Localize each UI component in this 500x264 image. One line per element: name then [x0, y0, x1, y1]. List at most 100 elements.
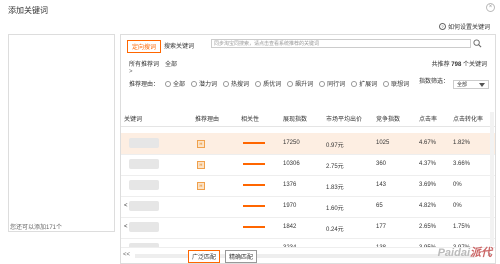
selected-keywords-panel: [8, 34, 115, 232]
competition-cell: 65: [376, 203, 383, 209]
index-filter-label: 指数筛选：: [419, 79, 450, 85]
dialog-title: 添加关键词: [8, 6, 48, 15]
hot-badge-icon: H: [197, 182, 205, 190]
radio-icon[interactable]: [383, 80, 390, 87]
table-row[interactable]: 17250 0.97元 1025 4.67% 1.82% H: [121, 133, 495, 155]
reason-option-label: 热搜词: [231, 82, 250, 88]
reason-option-label: 全部: [173, 82, 186, 88]
reason-option-label: 联想词: [391, 82, 410, 88]
table-row[interactable]: <1842 0.24元 177 2.65% 1.75%: [121, 217, 495, 239]
hot-badge-icon: H: [197, 161, 205, 169]
all-recommend-filter[interactable]: 所有推荐词: [129, 59, 159, 68]
keyword-prefix: <: [124, 203, 128, 209]
table-header: 关键词 推荐理由 相关性 展现指数 市场平均出价 竞争指数 点击率 点击转化率: [121, 112, 495, 127]
tab-directed-search[interactable]: 定向搜词: [127, 40, 162, 53]
expand-arrow[interactable]: >: [129, 69, 133, 75]
watermark-suffix: 派代: [470, 247, 492, 259]
search-input[interactable]: 同步淘宝同搜索，请点击查看系统推荐的关键词: [211, 39, 471, 48]
impressions-cell: 1970: [283, 203, 297, 209]
vertical-scrollbar[interactable]: [490, 112, 494, 246]
cvr-cell: 3.66%: [453, 161, 471, 167]
impressions-cell: 1376: [283, 182, 297, 188]
avg-bid-cell: 2.75元: [326, 164, 344, 170]
radio-icon[interactable]: [319, 80, 326, 87]
relevance-bar: [243, 205, 265, 207]
col-ctr[interactable]: 点击率: [419, 114, 437, 123]
help-link[interactable]: ? 如何设置关键词: [438, 22, 490, 31]
count-suffix: 个关键词: [462, 62, 487, 68]
cvr-cell: 0%: [453, 182, 462, 188]
keyword-cell[interactable]: [129, 222, 159, 232]
scroll-left-arrow[interactable]: <<: [123, 252, 130, 258]
ctr-cell: 4.37%: [419, 161, 437, 167]
hot-badge-icon: H: [197, 140, 205, 148]
relevance-bar: [243, 184, 265, 186]
cvr-cell: 0%: [453, 203, 462, 209]
reason-option[interactable]: 联想词: [383, 79, 409, 88]
radio-icon[interactable]: [351, 80, 358, 87]
col-reason: 推荐理由: [195, 117, 220, 123]
table-row[interactable]: <1970 1.60元 65 4.82% 0%: [121, 196, 495, 218]
reason-option-label: 同行词: [327, 82, 346, 88]
competition-cell: 1025: [376, 140, 390, 146]
col-cvr[interactable]: 点击转化率: [453, 114, 483, 123]
reason-option-label: 潜力词: [199, 82, 218, 88]
avg-bid-cell: 0.97元: [326, 143, 344, 149]
reason-option[interactable]: 质优词: [255, 79, 281, 88]
count-value: 798: [451, 62, 462, 68]
ctr-cell: 2.65%: [419, 224, 437, 230]
competition-cell: 360: [376, 161, 387, 167]
keyword-cell[interactable]: [129, 201, 159, 211]
radio-icon[interactable]: [191, 80, 198, 87]
col-relevance[interactable]: 相关性: [241, 114, 259, 123]
search-icon[interactable]: [473, 39, 482, 48]
relevance-bar: [243, 226, 265, 228]
radio-icon[interactable]: [165, 80, 172, 87]
reason-option[interactable]: 潜力词: [191, 79, 217, 88]
col-keyword: 关键词: [124, 117, 143, 123]
horizontal-scrollbar[interactable]: [135, 254, 475, 258]
close-icon[interactable]: ×: [486, 3, 495, 12]
tab-search-keyword[interactable]: 搜索关键词: [164, 41, 194, 50]
exact-match-button[interactable]: 精确匹配: [225, 250, 258, 263]
filter-row: 所有推荐词 全部: [129, 59, 177, 68]
keyword-cell[interactable]: [129, 138, 159, 148]
chevron-down-icon: [479, 83, 485, 87]
recommend-count: 共推荐 798 个关键词: [432, 59, 487, 68]
ctr-cell: 4.82%: [419, 203, 437, 209]
all-filter[interactable]: 全部: [165, 59, 177, 68]
avg-bid-cell: 1.60元: [326, 206, 344, 212]
competition-cell: 177: [376, 224, 387, 230]
impressions-cell: 17250: [283, 140, 300, 146]
reason-option[interactable]: 飙升词: [287, 79, 313, 88]
relevance-bar: [243, 163, 265, 165]
table-row[interactable]: 1376 1.83元 143 3.69% 0% H: [121, 175, 495, 197]
remaining-count: 您还可以添加171个: [10, 225, 63, 231]
reason-filter: 推荐理由： 全部 潜力词 热搜词 质优词 飙升词 同行词 扩展词 联想词: [129, 79, 409, 88]
keyword-prefix: <: [124, 224, 128, 230]
radio-icon[interactable]: [255, 80, 262, 87]
impressions-cell: 10306: [283, 161, 300, 167]
col-impressions[interactable]: 展现指数: [283, 114, 307, 123]
reason-option[interactable]: 热搜词: [223, 79, 249, 88]
keyword-cell[interactable]: [129, 159, 159, 169]
competition-cell: 143: [376, 182, 387, 188]
reason-option[interactable]: 全部: [165, 79, 185, 88]
table-row[interactable]: 10306 2.75元 360 4.37% 3.66% H: [121, 154, 495, 176]
reason-option[interactable]: 扩展词: [351, 79, 377, 88]
radio-icon[interactable]: [287, 80, 294, 87]
avg-bid-cell: 1.83元: [326, 185, 344, 191]
impressions-cell: 1842: [283, 224, 297, 230]
broad-match-button[interactable]: 广泛匹配: [188, 250, 221, 263]
radio-icon[interactable]: [223, 80, 230, 87]
question-icon: ?: [438, 23, 446, 30]
col-competition[interactable]: 竞争指数: [376, 114, 400, 123]
reason-label: 推荐理由：: [129, 82, 160, 88]
reason-option-label: 扩展词: [359, 82, 378, 88]
reason-option[interactable]: 同行词: [319, 79, 345, 88]
cvr-cell: 1.82%: [453, 140, 471, 146]
keyword-cell[interactable]: [129, 180, 159, 190]
reason-option-label: 飙升词: [295, 82, 314, 88]
index-filter-select[interactable]: 全部: [453, 80, 489, 89]
col-avg-bid[interactable]: 市场平均出价: [326, 114, 362, 123]
